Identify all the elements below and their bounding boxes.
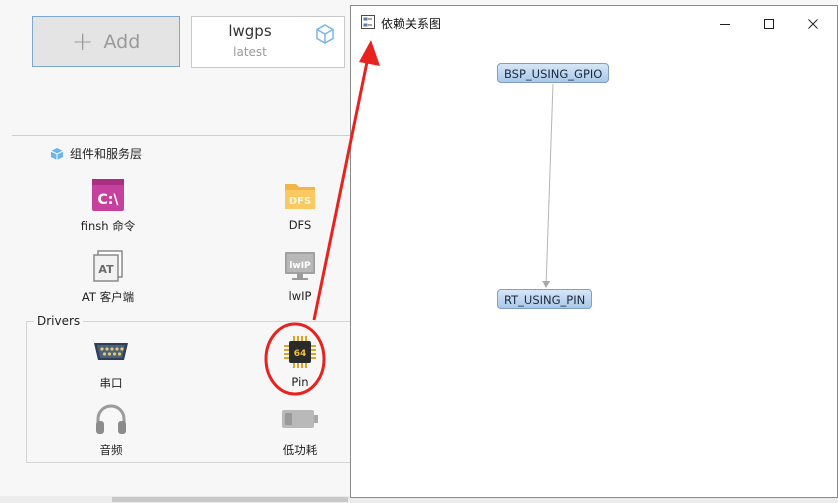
component-label: DFS <box>288 218 312 232</box>
divider <box>12 135 352 136</box>
network-monitor-icon: lwIP <box>282 248 318 284</box>
component-at-client[interactable]: AT AT 客户端 <box>48 248 168 305</box>
driver-label: 串口 <box>99 376 123 390</box>
driver-power-saving[interactable]: 低功耗 <box>240 401 360 458</box>
graph-node-bsp-using-gpio[interactable]: BSP_USING_GPIO <box>497 63 610 83</box>
driver-label: Pin <box>291 375 309 389</box>
at-client-icon: AT <box>90 248 126 284</box>
component-label: lwIP <box>288 289 312 303</box>
package-version: latest <box>233 45 267 59</box>
driver-pin[interactable]: 64 Pin <box>240 334 360 389</box>
section-components-header: 组件和服务层 <box>50 145 142 162</box>
package-card-lwgps[interactable]: lwgps latest <box>191 16 345 68</box>
driver-label: 低功耗 <box>282 443 318 457</box>
svg-text:AT: AT <box>98 263 114 276</box>
driver-audio[interactable]: 音频 <box>51 401 171 458</box>
package-cube-icon <box>316 24 334 44</box>
dependency-graph-window: 依赖关系图 BSP_USING_GPIO RT_USING_PIN <box>350 5 838 498</box>
svg-text:C:\: C:\ <box>98 192 120 208</box>
add-button-label: Add <box>103 30 141 53</box>
dependency-edge <box>542 83 554 288</box>
scrollbar-thumb[interactable] <box>112 497 348 502</box>
cube-icon <box>50 147 64 160</box>
drivers-title: Drivers <box>34 314 84 328</box>
serial-port-icon <box>93 334 129 370</box>
section-title: 组件和服务层 <box>70 147 143 161</box>
terminal-icon: C:\ <box>90 177 126 213</box>
component-dfs[interactable]: DFS DFS <box>240 177 360 232</box>
graph-node-rt-using-pin[interactable]: RT_USING_PIN <box>497 289 593 309</box>
battery-icon <box>282 401 318 437</box>
svg-text:DFS: DFS <box>289 196 311 207</box>
component-label: finsh 命令 <box>80 219 136 233</box>
chip-text: 64 <box>294 349 307 359</box>
package-name: lwgps <box>228 22 272 40</box>
component-lwip[interactable]: lwIP lwIP <box>240 248 360 303</box>
driver-serial[interactable]: 串口 <box>51 334 171 391</box>
svg-text:lwIP: lwIP <box>289 261 311 271</box>
folder-icon: DFS <box>282 177 318 213</box>
chip-icon: 64 <box>282 334 318 370</box>
component-finsh[interactable]: C:\ finsh 命令 <box>48 177 168 234</box>
headphones-icon <box>93 401 129 437</box>
plus-icon: + <box>71 26 94 57</box>
component-label: AT 客户端 <box>81 290 135 304</box>
add-package-button[interactable]: + Add <box>32 16 180 67</box>
driver-label: 音频 <box>99 443 123 457</box>
